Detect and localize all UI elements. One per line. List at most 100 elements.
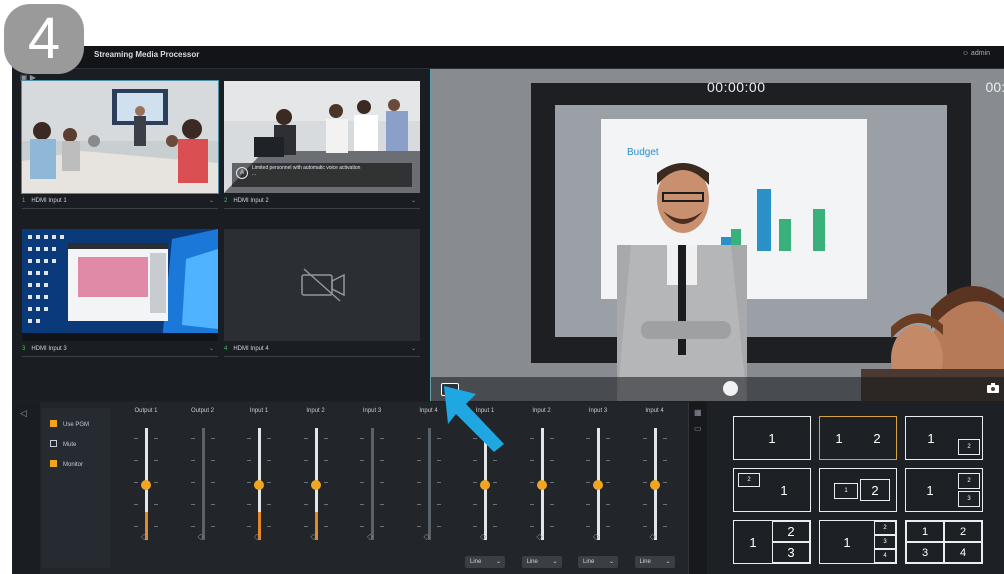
scale-tick — [267, 460, 271, 461]
speaker-icon[interactable]: ◇ — [254, 532, 260, 541]
speaker-icon[interactable]: ◁ — [20, 408, 27, 419]
speaker-icon[interactable]: ◇ — [537, 532, 543, 541]
source-label-3[interactable]: 3 HDMI Input 3 ⌄ — [22, 342, 218, 357]
fader-knob[interactable] — [480, 480, 490, 490]
fader-track[interactable] — [427, 428, 431, 540]
fader-knob[interactable] — [536, 480, 547, 490]
source-preview-2[interactable]: A Limited personnel with automatic voice… — [224, 81, 420, 193]
source-preview-3[interactable] — [22, 229, 218, 341]
scale-tick — [493, 482, 497, 483]
checkbox-unchecked[interactable] — [50, 440, 57, 447]
source-label-1[interactable]: 1 HDMI Input 1 ⌄ — [22, 194, 218, 209]
scale-tick — [380, 460, 384, 461]
voice-activation-caption: A Limited personnel with automatic voice… — [232, 163, 412, 187]
chevron-down-icon: ⌄ — [665, 559, 671, 565]
channel-label: Input 4 — [645, 408, 664, 414]
option-mute[interactable]: Mute — [50, 438, 76, 452]
user-menu[interactable]: ☺ admin — [962, 50, 990, 57]
checkbox-checked[interactable] — [50, 420, 57, 427]
scale-tick — [586, 438, 590, 439]
speaker-icon[interactable]: ◇ — [593, 532, 599, 541]
source-panel: ▣ ▶ 1 HDMI Input 1 ⌄ A Limited personnel… — [12, 69, 430, 401]
scale-tick — [360, 504, 364, 505]
fader-track[interactable] — [371, 428, 374, 540]
input-mode-select[interactable]: Line ⌄ — [578, 556, 618, 568]
speaker-icon[interactable]: ◇ — [367, 532, 373, 541]
scale-tick — [134, 526, 138, 527]
svg-text:Budget: Budget — [627, 147, 659, 158]
layout-two-inset[interactable]: 1 2 — [819, 468, 897, 512]
layout-window-icon[interactable]: ▭ — [694, 424, 702, 433]
channel-label: Input 3 — [588, 408, 608, 414]
layout-side-rail: ▦ ▭ — [689, 402, 707, 574]
speaker-icon[interactable]: ◇ — [198, 532, 204, 541]
fader-knob[interactable] — [141, 480, 151, 490]
layout-main-plus-two[interactable]: 1 2 3 — [905, 468, 983, 512]
scale-tick — [642, 526, 647, 527]
speaker-icon[interactable]: ◇ — [480, 532, 486, 541]
channel-label: Input 2 — [306, 408, 325, 414]
scale-tick — [606, 504, 610, 505]
audio-mixer-panel: ◁ Use PGM Mute Monitor Output 1 ◇ Output 2… — [12, 402, 688, 574]
option-use-pgm[interactable]: Use PGM — [50, 418, 89, 432]
scale-tick — [210, 504, 215, 505]
layout-quad[interactable]: 1 2 3 4 — [905, 520, 983, 564]
source-label-2[interactable]: 2 HDMI Input 2 ⌄ — [224, 194, 420, 209]
scale-tick — [247, 482, 251, 483]
layout-pip-bottom-right[interactable]: 1 2 — [905, 416, 983, 460]
speaker-icon[interactable]: ◇ — [141, 532, 147, 541]
fader-knob[interactable] — [649, 480, 660, 490]
layout-one-plus-three[interactable]: 1 2 3 4 — [819, 520, 897, 564]
chevron-down-icon: ⌄ — [208, 198, 214, 204]
layout-side-by-side[interactable]: 1 2 — [819, 416, 897, 460]
user-name: admin — [970, 50, 990, 57]
source-label-4[interactable]: 4 HDMI Input 4 ⌄ — [224, 342, 420, 357]
scale-tick — [210, 460, 215, 461]
scale-tick — [416, 526, 421, 527]
scale-tick — [549, 526, 554, 527]
scale-tick — [416, 438, 421, 439]
layout-pip-top-left[interactable]: 2 1 — [733, 468, 811, 512]
scale-tick — [360, 482, 364, 483]
fader-channel: Output 2 ◇ — [183, 408, 223, 570]
scale-tick — [529, 526, 534, 527]
desktop-screen-image — [22, 229, 218, 341]
scale-tick — [529, 460, 534, 461]
source-preview-4[interactable] — [224, 229, 420, 341]
layout-grid-icon[interactable]: ▦ — [694, 408, 702, 417]
input-mode-select[interactable]: Line ⌄ — [521, 556, 562, 568]
fader-knob[interactable] — [254, 480, 264, 490]
scale-tick — [586, 526, 590, 527]
speaker-icon[interactable]: ◇ — [311, 532, 317, 541]
recording-timer-secondary: 00: — [985, 79, 1004, 95]
scale-tick — [303, 460, 308, 461]
scale-tick — [323, 482, 328, 483]
scale-tick — [303, 526, 308, 527]
scale-tick — [380, 526, 384, 527]
fader-channel: Input 4 ◇ Line ⌄ — [634, 408, 675, 570]
scale-tick — [380, 482, 384, 483]
scale-tick — [549, 460, 554, 461]
scale-tick — [529, 438, 534, 439]
chevron-down-icon: ⌄ — [208, 346, 214, 352]
layout-one-plus-two[interactable]: 1 2 3 — [733, 520, 811, 564]
scale-tick — [210, 482, 215, 483]
chevron-down-icon: ⌄ — [608, 559, 614, 565]
fader-knob[interactable] — [310, 480, 321, 490]
step-number-badge: 4 — [4, 4, 84, 74]
layout-single[interactable]: 1 — [733, 416, 811, 460]
input-mode-select[interactable]: Line ⌄ — [465, 556, 505, 568]
speaker-icon[interactable]: ◇ — [424, 532, 430, 541]
presenter-scene-image: Budget — [431, 69, 1004, 401]
fader-knob[interactable] — [593, 480, 603, 490]
source-preview-1[interactable] — [21, 80, 219, 194]
fader-track[interactable] — [201, 428, 205, 540]
scale-tick — [436, 460, 441, 461]
speaker-icon[interactable]: ◇ — [650, 532, 656, 541]
camera-icon[interactable] — [987, 383, 999, 393]
record-button[interactable] — [723, 381, 738, 396]
scale-tick — [323, 460, 328, 461]
input-mode-select[interactable]: Line ⌄ — [634, 556, 675, 568]
checkbox-checked[interactable] — [50, 460, 57, 467]
option-monitor[interactable]: Monitor — [50, 458, 83, 472]
